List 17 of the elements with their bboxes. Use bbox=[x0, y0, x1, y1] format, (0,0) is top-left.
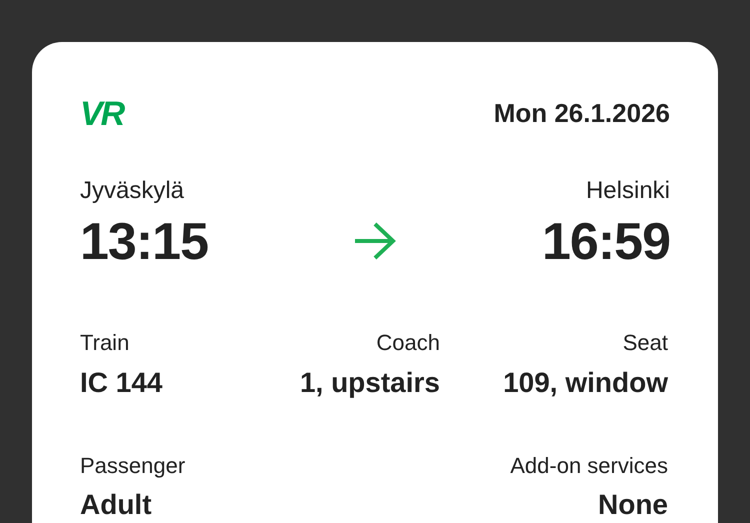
arrow-icon bbox=[353, 221, 397, 261]
logo: VR bbox=[80, 96, 124, 130]
travel-date: Mon 26.1.2026 bbox=[494, 97, 670, 130]
detail-label: Coach bbox=[376, 329, 440, 356]
detail-value: IC 144 bbox=[80, 366, 162, 400]
detail-value: None bbox=[598, 488, 668, 522]
detail-value: 109, window bbox=[503, 366, 668, 400]
arrival-station: Helsinki bbox=[586, 176, 670, 206]
detail-value: 1, upstairs bbox=[300, 366, 440, 400]
detail-value: Adult bbox=[80, 488, 152, 522]
detail-label: Add-on services bbox=[510, 452, 668, 479]
detail-label: Seat bbox=[622, 329, 668, 356]
detail-label: Train bbox=[80, 329, 130, 356]
departure-station: Jyväskylä bbox=[80, 176, 186, 206]
arrival-time: 16:59 bbox=[542, 212, 670, 273]
detail-label: Passenger bbox=[80, 452, 186, 479]
departure-time: 13:15 bbox=[80, 212, 208, 273]
